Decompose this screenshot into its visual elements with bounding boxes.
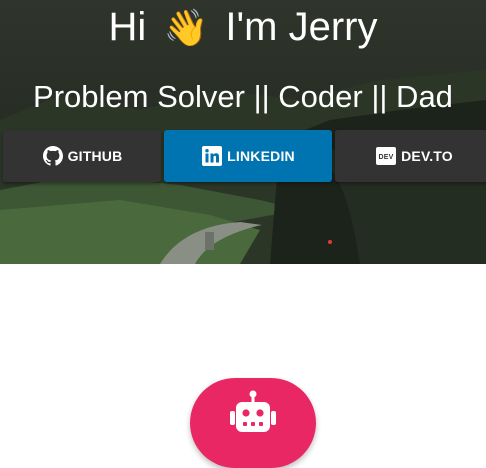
svg-text:DEV: DEV	[379, 154, 394, 161]
social-links: GITHUB LINKEDIN DEV DEV.TO	[2, 130, 486, 182]
red-dot-indicator	[328, 240, 332, 244]
devto-icon: DEV	[375, 145, 397, 167]
hero-section: Hi 👋 I'm Jerry Problem Solver || Coder |…	[0, 0, 486, 264]
github-icon	[42, 145, 64, 167]
greeting-text: Hi	[108, 5, 147, 49]
github-label: GITHUB	[67, 148, 123, 164]
name-text: I'm Jerry	[225, 5, 378, 49]
robot-icon	[230, 390, 276, 432]
linkedin-label: LINKEDIN	[227, 148, 295, 164]
devto-label: DEV.TO	[401, 148, 453, 164]
hero-title: Hi 👋 I'm Jerry	[0, 2, 486, 53]
github-button[interactable]: GITHUB	[3, 130, 161, 182]
linkedin-icon	[201, 145, 223, 167]
chatbot-button[interactable]	[190, 378, 316, 468]
hero-subtitle: Problem Solver || Coder || Dad	[33, 79, 453, 114]
devto-button[interactable]: DEV DEV.TO	[335, 130, 486, 182]
linkedin-button[interactable]: LINKEDIN	[164, 130, 332, 182]
waving-hand-icon: 👋	[163, 7, 209, 48]
